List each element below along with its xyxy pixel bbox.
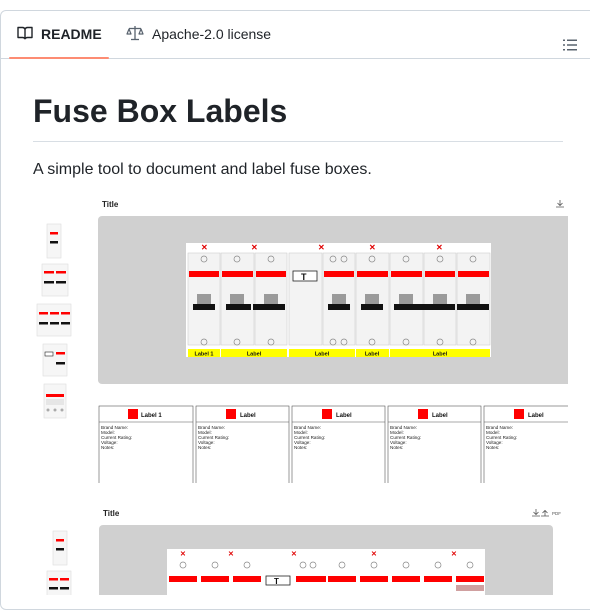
outline-list-icon[interactable] [562,37,578,53]
breaker-label-text: Label [247,352,262,358]
thumbnail [43,383,67,419]
pdf-export-button[interactable]: PDF [552,511,561,516]
card-field-label: Notes: [390,445,403,450]
card-field-label: Notes: [198,445,211,450]
preview-title: Title [103,509,120,518]
remove-icon[interactable]: ✕ [228,551,234,558]
thumbnail [42,343,68,377]
thumbnail [46,570,72,595]
tab-readme[interactable]: README [9,10,109,59]
remove-icon[interactable]: ✕ [369,243,376,252]
upload-icon[interactable] [541,509,549,517]
readme-description: A simple tool to document and label fuse… [33,161,372,178]
info-cards: Label 1 Label Label Label Label Brand Na… [98,405,568,483]
tab-license[interactable]: Apache-2.0 license [126,10,271,58]
breaker-label-text: Label [365,352,380,358]
remove-icon[interactable]: ✕ [436,243,443,252]
remove-icon[interactable]: ✕ [451,551,457,558]
svg-text:T: T [274,577,279,586]
app-screenshot-2: Title PDF ✕ ✕ ✕ ✕ ✕ T [33,505,568,595]
breaker-label-text: Label [433,352,448,358]
remove-icon[interactable]: ✕ [201,243,208,252]
info-card-title: Label 1 [141,413,162,419]
card-field-label: Notes: [101,445,114,450]
remove-icon[interactable]: ✕ [371,551,377,558]
readme-heading: Fuse Box Labels [33,93,288,129]
fuse-box: ✕ ✕ ✕ ✕ ✕ T [167,549,485,595]
thumbnail-strip [46,530,72,595]
tab-readme-label: README [41,26,102,42]
scale-icon [126,25,144,44]
download-icon[interactable] [532,509,540,517]
info-card-title: Label [528,413,544,419]
remove-icon[interactable]: ✕ [318,243,325,252]
thumbnail [36,303,72,337]
tab-license-label: Apache-2.0 license [152,26,272,42]
thumbnail [41,263,69,297]
app-screenshot-1: Title ✕ ✕ ✕ ✕ ✕ T Label 1 Label Label La… [33,196,568,483]
heading-divider [33,141,563,142]
thumbnail-strip [36,223,72,419]
breaker-label-text: Label 1 [195,352,214,358]
info-card-title: Label [240,413,256,419]
info-card-title: Label [336,413,352,419]
card-field-label: Notes: [294,445,307,450]
book-icon [17,25,33,44]
info-card-title: Label [432,413,448,419]
thumbnail [46,223,62,259]
remove-icon[interactable]: ✕ [251,243,258,252]
preview-title: Title [102,200,119,209]
breaker-modules: T [187,252,491,346]
tab-active-indicator [9,57,109,59]
download-icon[interactable] [556,200,564,208]
breaker-label-text: Label [315,352,330,358]
remove-icon[interactable]: ✕ [291,551,297,558]
remove-icon[interactable]: ✕ [180,551,186,558]
readme-tab-bar: README Apache-2.0 license [0,10,590,59]
svg-text:T: T [301,272,307,282]
card-field-label: Notes: [486,445,499,450]
fuse-box: ✕ ✕ ✕ ✕ ✕ T Label 1 Label Label Label La… [186,243,491,358]
